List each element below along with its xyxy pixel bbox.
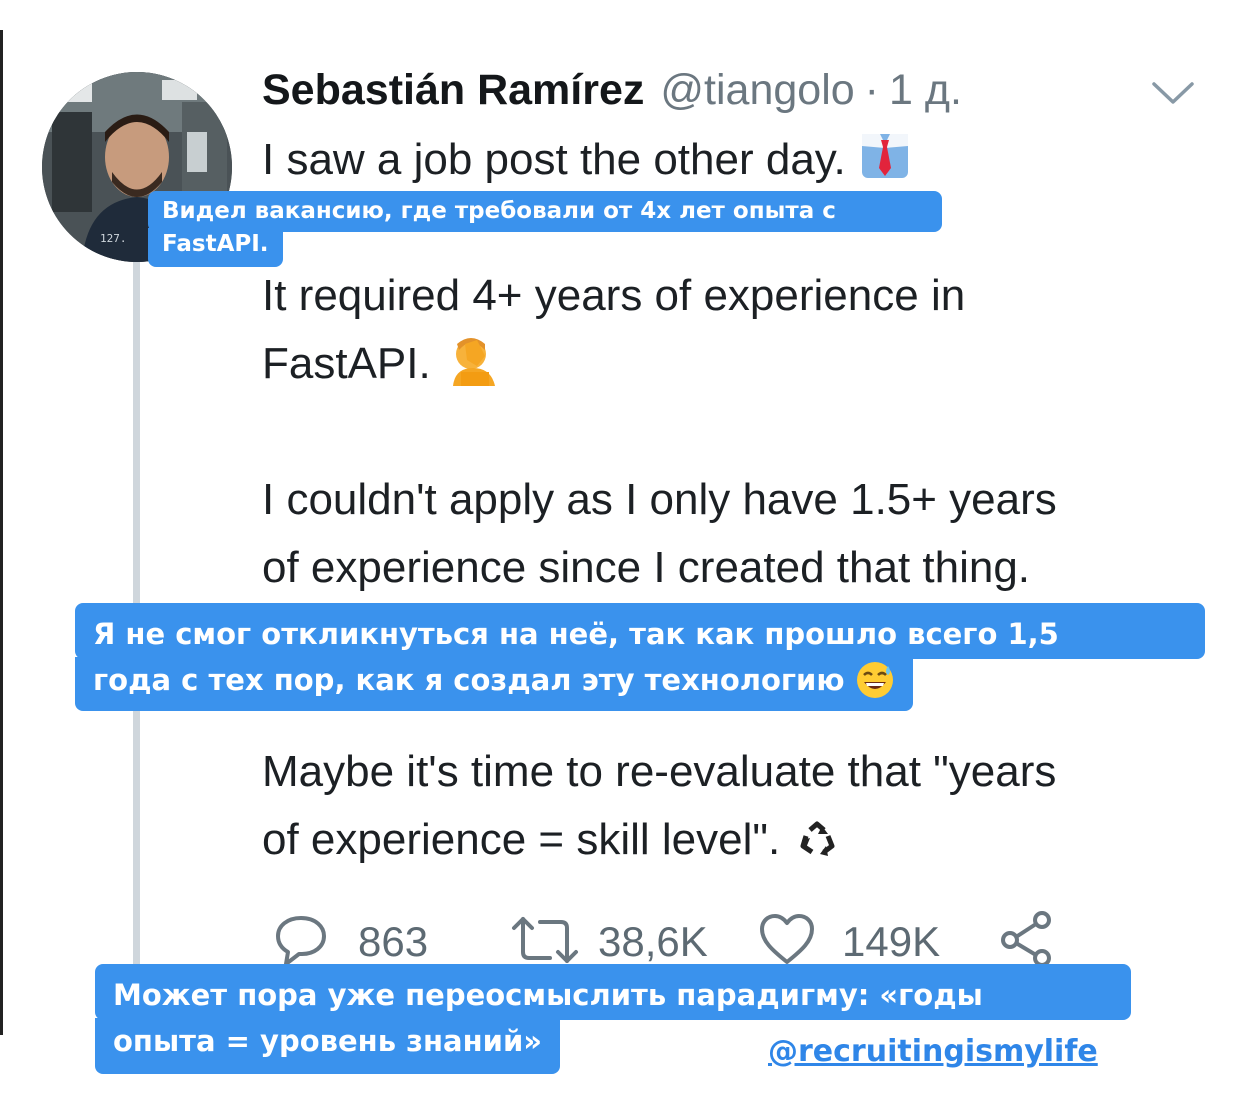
tweet-header: Sebastián Ramírez @tiangolo · 1 д. xyxy=(262,66,962,126)
author-signature-link[interactable]: @recruitingismylife xyxy=(768,1034,1098,1069)
caption-line-with-emoji: года с тех пор, как я создал эту техноло… xyxy=(75,657,913,711)
caption-line: Я не смог откликнуться на неё, так как п… xyxy=(75,603,1205,659)
left-edge-rule xyxy=(0,30,3,1035)
tweet-text: I couldn't apply as I only have 1.5+ yea… xyxy=(262,475,1057,524)
tweet-line: I saw a job post the other day. xyxy=(262,126,910,194)
tweet-timestamp[interactable]: 1 д. xyxy=(889,66,962,115)
caption-line: опыта = уровень знаний» xyxy=(95,1018,560,1074)
tweet-text: Maybe it's time to re-evaluate that "yea… xyxy=(262,747,1057,796)
tweet-text: of experience = skill level". xyxy=(262,815,781,864)
caption-text: года с тех пор, как я создал эту техноло… xyxy=(93,663,845,697)
tweet-action-bar: 863 38,6K 149K xyxy=(270,910,1070,970)
tweet-line: FastAPI. xyxy=(262,330,497,398)
tweet-line: Maybe it's time to re-evaluate that "yea… xyxy=(262,738,1056,806)
author-name[interactable]: Sebastián Ramírez xyxy=(262,66,644,115)
heart-icon[interactable] xyxy=(758,912,816,966)
retweet-icon[interactable] xyxy=(510,914,580,966)
svg-text:127.: 127. xyxy=(100,232,127,245)
caption-line: Видел вакансию, где требовали от 4х лет … xyxy=(148,191,942,232)
sweat-smile-emoji-icon xyxy=(856,662,893,698)
tweet-line: I couldn't apply as I only have 1.5+ yea… xyxy=(262,466,1057,534)
like-count: 149K xyxy=(842,918,941,965)
header-separator: · xyxy=(864,66,879,114)
facepalm-emoji-icon xyxy=(452,338,495,386)
caption-line: FastAPI. xyxy=(148,228,283,267)
comment-bubble-icon[interactable] xyxy=(272,910,330,968)
caption-line: Может пора уже переосмыслить парадигму: … xyxy=(95,964,1131,1020)
recycling-emoji-icon xyxy=(800,821,835,856)
tweet-text: of experience since I created that thing… xyxy=(262,543,1031,592)
author-handle[interactable]: @tiangolo xyxy=(660,66,854,115)
caption-translation-1: Видел вакансию, где требовали от 4х лет … xyxy=(148,191,942,267)
reply-count: 863 xyxy=(358,918,429,965)
retweet-count: 38,6K xyxy=(598,918,708,965)
tweet-text: It required 4+ years of experience in xyxy=(262,271,966,320)
caption-translation-2: Я не смог откликнуться на неё, так как п… xyxy=(75,603,1205,711)
necktie-emoji-icon xyxy=(861,134,908,178)
chevron-down-icon[interactable] xyxy=(1150,78,1196,108)
tweet-line: of experience since I created that thing… xyxy=(262,534,1030,602)
tweet-line: It required 4+ years of experience in xyxy=(262,262,965,330)
share-icon[interactable] xyxy=(998,910,1054,966)
tweet-line: of experience = skill level". xyxy=(262,806,836,874)
tweet-text: FastAPI. xyxy=(262,339,431,388)
tweet-text: I saw a job post the other day. xyxy=(262,135,846,184)
